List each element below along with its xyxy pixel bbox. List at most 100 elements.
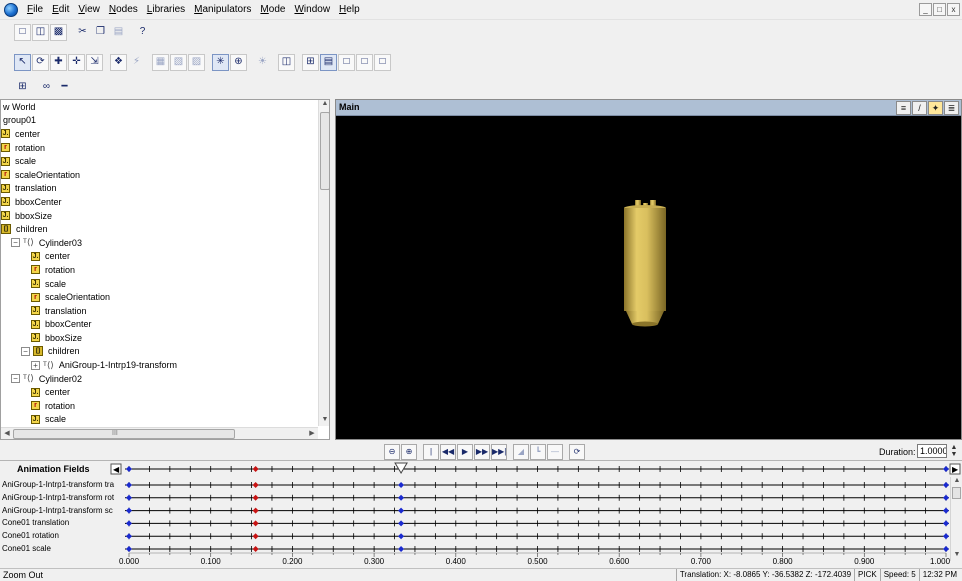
zoom-view-icon[interactable]: ▨ <box>188 53 205 71</box>
close-button[interactable]: x <box>947 3 960 16</box>
tree-item-scale[interactable]: J. scale <box>1 413 319 427</box>
menu-edit[interactable]: Edit <box>49 4 75 15</box>
keyframe-marker[interactable] <box>943 494 949 501</box>
scroll-left-icon[interactable]: ◀ <box>1 429 13 437</box>
timeline-vertical-scrollbar[interactable]: ▲ ▼ <box>950 477 962 561</box>
layout-four-icon[interactable]: □ <box>374 53 391 71</box>
keyframe-marker[interactable] <box>943 533 949 540</box>
select-arrow-icon[interactable]: ↖ <box>14 53 31 71</box>
keyframe-marker[interactable] <box>398 507 405 514</box>
copy-icon[interactable]: ❐ <box>92 24 109 41</box>
cut-icon[interactable]: ✂ <box>74 24 91 41</box>
track-label[interactable]: AniGroup-1-Intrp1-transform rot <box>2 493 120 502</box>
open-folder-icon[interactable]: ◫ <box>32 23 49 41</box>
menu-window[interactable]: Window <box>291 4 336 15</box>
menu-manipulators[interactable]: Manipulators <box>191 4 257 15</box>
tree-item-group01[interactable]: group01 <box>1 114 319 128</box>
tree-item-scaleorientation[interactable]: r scaleOrientation <box>1 290 319 304</box>
app-globe-icon[interactable] <box>4 2 18 17</box>
collapse-icon[interactable]: − <box>11 374 20 384</box>
tree-item-cylinder03[interactable]: − ᵀ⟨⟩ Cylinder03 <box>1 236 319 250</box>
layout-three-icon[interactable]: □ <box>356 53 373 71</box>
keyframe-marker[interactable] <box>126 533 132 540</box>
scroll-right-icon[interactable]: ▶ <box>306 429 318 437</box>
tree-item-translation[interactable]: J. translation <box>1 304 319 318</box>
track-label[interactable]: AniGroup-1-Intrp1-transform sc <box>2 506 120 515</box>
tree-item-scale[interactable]: J. scale <box>1 277 319 291</box>
tree-item-bboxcenter[interactable]: J. bboxCenter <box>1 195 319 209</box>
keyframe-marker[interactable] <box>398 546 405 552</box>
keyframe-marker[interactable] <box>943 520 949 527</box>
tree-item-bboxsize[interactable]: J. bboxSize <box>1 209 319 223</box>
restore-button[interactable]: □ <box>933 3 946 16</box>
tree-item-center[interactable]: J. center <box>1 385 319 399</box>
timeline-scroll-thumb[interactable] <box>952 487 961 499</box>
zoom-out-timeline-icon[interactable]: ⊖ <box>384 444 400 460</box>
collapse-icon[interactable]: − <box>11 238 20 248</box>
tree-vertical-scrollbar[interactable]: ▲ ▼ <box>318 100 329 426</box>
translate-manipulator-icon[interactable]: ✚ <box>50 53 67 71</box>
keyframe-marker[interactable] <box>126 546 132 552</box>
fast-forward-icon[interactable]: ▶▶ <box>474 444 490 460</box>
loop-icon[interactable]: ⟳ <box>569 444 585 460</box>
snap-grid-icon[interactable]: ✳ <box>212 53 229 71</box>
viewport-walk-icon[interactable]: ✦ <box>928 101 943 115</box>
layout-quad-icon[interactable]: ⊞ <box>302 53 319 71</box>
go-to-start-icon[interactable]: |◀◀ <box>423 444 439 470</box>
tree-horizontal-thumb[interactable]: III <box>13 429 235 439</box>
tree-item-rotation[interactable]: r rotation <box>1 263 319 277</box>
zoom-in-timeline-icon[interactable]: ⊕ <box>401 444 417 460</box>
tree-item-bboxcenter[interactable]: J. bboxCenter <box>1 318 319 332</box>
cylinder-model[interactable] <box>624 200 666 327</box>
track-label[interactable]: AniGroup-1-Intrp1-transform tra <box>2 480 120 489</box>
keyframe-marker[interactable] <box>398 482 405 488</box>
group-node-icon[interactable]: ❖ <box>110 53 127 71</box>
menu-nodes[interactable]: Nodes <box>106 4 144 15</box>
keyframe-marker[interactable] <box>943 466 949 472</box>
globe-view-icon[interactable]: ⊕ <box>230 53 247 71</box>
keyframe-marker[interactable] <box>398 533 405 540</box>
scale-manipulator-icon[interactable]: ⇲ <box>86 53 103 71</box>
help-icon[interactable]: ? <box>134 24 151 41</box>
keyframe-marker[interactable] <box>252 533 259 540</box>
keyframe-marker[interactable] <box>398 494 405 501</box>
lightning-icon[interactable]: ⚡ <box>128 54 145 71</box>
tree-item-scaleorientation[interactable]: r scaleOrientation <box>1 168 319 182</box>
scroll-up-icon[interactable]: ▲ <box>319 100 329 107</box>
menu-help[interactable]: Help <box>336 4 366 15</box>
layout-split-v-icon[interactable]: □ <box>338 53 355 71</box>
keyframe-marker[interactable] <box>252 520 259 527</box>
keyframe-marker[interactable] <box>126 482 132 488</box>
save-icon[interactable]: ▩ <box>50 23 67 41</box>
viewport-options-icon[interactable]: ≣ <box>944 101 959 115</box>
scroll-down-icon[interactable]: ▼ <box>319 416 329 423</box>
tree-item-cylinder02[interactable]: − ᵀ⟨⟩ Cylinder02 <box>1 372 319 386</box>
keyframe-marker[interactable] <box>252 494 259 501</box>
keyframe-marker[interactable] <box>252 482 259 488</box>
rewind-icon[interactable]: ◀◀ <box>440 444 456 460</box>
keyframe-marker[interactable] <box>126 520 132 527</box>
tree-item-children[interactable]: [] children <box>1 222 319 236</box>
tree-item-scale[interactable]: J. scale <box>1 154 319 168</box>
menu-view[interactable]: View <box>75 4 106 15</box>
keyframe-marker[interactable] <box>252 546 259 552</box>
go-to-end-icon[interactable]: ▶▶| <box>491 444 507 460</box>
play-icon[interactable]: ▶ <box>457 444 473 460</box>
viewport-menu-icon[interactable]: ≡ <box>896 101 911 115</box>
keyframe-marker[interactable] <box>126 507 132 514</box>
tree-item-rotation[interactable]: r rotation <box>1 141 319 155</box>
track-label[interactable]: Cone01 translation <box>2 518 120 527</box>
link-icon[interactable]: ∞ <box>38 79 55 96</box>
timeline-canvas[interactable]: ◀ ▶ <box>0 461 962 569</box>
grid-icon[interactable]: ⊞ <box>14 79 31 96</box>
pan-view-icon[interactable]: ▦ <box>152 53 169 71</box>
keyframe-marker[interactable] <box>126 466 132 472</box>
keyframe-marker[interactable] <box>943 546 949 552</box>
viewport-pencil-icon[interactable]: / <box>912 101 927 115</box>
expand-icon[interactable]: + <box>31 360 40 370</box>
timeline-scroll-down-icon[interactable]: ▼ <box>951 551 962 558</box>
paste-icon[interactable]: ▤ <box>110 24 127 41</box>
tree-item-w-world[interactable]: w World <box>1 100 319 114</box>
menu-mode[interactable]: Mode <box>257 4 291 15</box>
menu-file[interactable]: File <box>24 4 49 15</box>
